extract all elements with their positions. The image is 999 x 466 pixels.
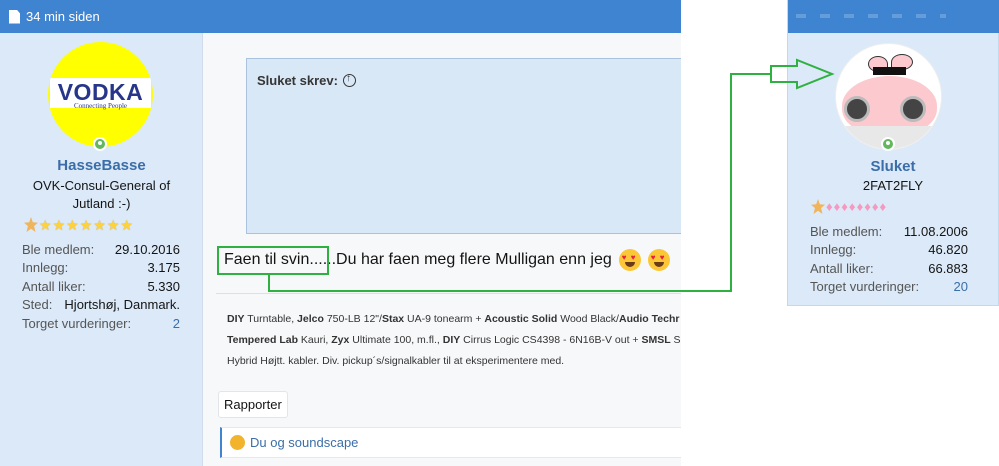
stat-label: Torget vurderinger: xyxy=(810,279,920,295)
stat-value-link[interactable]: 2 xyxy=(173,316,180,331)
quoted-user-rank: ♦ ♦ ♦ ♦ ♦ ♦ ♦ ♦ xyxy=(811,199,886,214)
stat-row: Innlegg: 3.175 xyxy=(22,259,180,278)
signature: DIY Turntable, Jelco 750-LB 12"/Stax UA-… xyxy=(227,309,681,372)
reaction-text[interactable]: Du og soundscape xyxy=(250,435,358,450)
stat-label: Innlegg: xyxy=(810,242,857,258)
reaction-summary[interactable]: Du og soundscape xyxy=(220,427,681,458)
screenshot: 34 min siden VODKA Connecting People Has… xyxy=(0,0,999,466)
report-button[interactable]: Rapporter xyxy=(218,391,288,418)
stat-row: Antall liker: 5.330 xyxy=(22,277,180,296)
stat-label: Ble medlem: xyxy=(22,241,95,257)
sig-text: Kauri, xyxy=(298,334,332,346)
signature-line-2: Tempered Lab Kauri, Zyx Ultimate 100, m.… xyxy=(227,330,681,351)
sig-text: Turntable, xyxy=(244,313,298,325)
sig-text: S xyxy=(670,334,681,346)
author-title: OVK-Consul-General of Jutland :-) xyxy=(32,178,171,211)
star-icon: ★ xyxy=(52,216,66,233)
rank-medal-icon xyxy=(24,217,38,232)
gem-icon: ♦ xyxy=(864,198,871,214)
gem-icon: ♦ xyxy=(848,198,856,214)
sig-bold: Acoustic Solid xyxy=(484,313,558,325)
online-status-icon xyxy=(881,137,895,151)
stat-value-link[interactable]: 20 xyxy=(954,279,968,294)
gem-icon: ♦ xyxy=(841,198,848,214)
sig-bold: Audio Techr xyxy=(618,313,680,325)
gem-icon: ♦ xyxy=(856,198,864,214)
gem-icon: ♦ xyxy=(871,198,879,214)
sig-text: Ultimate 100, m.fl., xyxy=(349,334,443,346)
gem-icon: ♦ xyxy=(826,198,833,214)
stat-value: Hjortshøj, Danmark. xyxy=(64,297,180,313)
quoted-user-stats: Ble medlem: 11.08.2006 Innlegg: 46.820 Ant… xyxy=(810,222,968,296)
star-icon: ★ xyxy=(79,216,93,233)
sig-bold: Zyx xyxy=(331,334,350,346)
sig-bold: DIY xyxy=(442,334,461,346)
star-icon: ★ xyxy=(106,216,120,233)
sig-text: Cirrus Logic CS4398 - 6N16B-V out + xyxy=(460,334,642,346)
author-stats: Ble medlem: 29.10.2016 Innlegg: 3.175 Anta… xyxy=(22,240,180,333)
stat-label: Torget vurderinger: xyxy=(22,315,132,331)
stat-label: Antall liker: xyxy=(810,260,874,276)
quote-header[interactable]: Sluket skrev: xyxy=(257,73,356,88)
stat-row: Ble medlem: 29.10.2016 xyxy=(22,240,180,259)
quoted-user-avatar[interactable] xyxy=(835,43,942,150)
sig-text: UA-9 tonearm + xyxy=(404,313,485,325)
stat-value: 66.883 xyxy=(928,260,968,276)
arrow-up-circle-icon[interactable] xyxy=(342,73,356,87)
post-header: 34 min siden xyxy=(0,0,681,33)
post-timestamp[interactable]: 34 min siden xyxy=(26,9,100,24)
author-username[interactable]: HasseBasse xyxy=(0,157,203,174)
sig-bold: Tempered Lab xyxy=(227,334,298,346)
stat-row: Torget vurderinger: 20 xyxy=(810,278,968,297)
stat-value: 11.08.2006 xyxy=(903,223,968,239)
stat-value: 46.820 xyxy=(928,242,968,258)
signature-line-1: DIY Turntable, Jelco 750-LB 12"/Stax UA-… xyxy=(227,309,681,330)
laughing-emoji-icon xyxy=(230,435,245,450)
heart-eyes-emoji-icon: ♥ ♥ xyxy=(647,249,670,271)
star-icon: ★ xyxy=(93,216,106,233)
stat-label: Ble medlem: xyxy=(810,223,883,239)
document-icon xyxy=(9,9,20,24)
rank-medal-icon xyxy=(811,199,825,214)
sig-bold: DIY xyxy=(227,313,245,325)
sig-text: Wood Black/ xyxy=(557,313,619,325)
author-rank-stars: ★ ★ ★ ★ ★ ★ ★ xyxy=(24,217,133,232)
message-rest-text: Du har faen meg flere Mulligan enn jeg xyxy=(336,251,612,268)
sig-bold: Jelco xyxy=(297,313,324,325)
quote-author: Sluket skrev: xyxy=(257,73,338,88)
star-icon: ★ xyxy=(66,216,79,233)
stat-label: Antall liker: xyxy=(22,278,86,294)
stat-label: Sted: xyxy=(22,297,53,313)
signature-divider xyxy=(216,293,681,294)
avatar-logo-subtext: Connecting People xyxy=(73,102,128,110)
stat-label: Innlegg: xyxy=(22,260,69,276)
quoted-user-title: 2FAT2FLY xyxy=(862,178,924,193)
stat-value: 3.175 xyxy=(147,260,180,276)
card-header xyxy=(788,0,999,33)
stat-row: Torget vurderinger: 2 xyxy=(22,314,180,333)
stat-value: 5.330 xyxy=(147,278,180,294)
stat-row: Ble medlem: 11.08.2006 xyxy=(810,222,968,241)
heart-eyes-emoji-icon: ♥ ♥ xyxy=(618,249,641,271)
stat-row: Antall liker: 66.883 xyxy=(810,259,968,278)
signature-line-3: Hybrid Højtt. kabler. Div. pickup´s/sign… xyxy=(227,355,565,367)
stat-row: Innlegg: 46.820 xyxy=(810,241,968,260)
gem-icon: ♦ xyxy=(833,198,841,214)
quote-block: Sluket skrev: xyxy=(246,58,681,234)
online-status-icon xyxy=(93,137,107,151)
highlight-annotation-box xyxy=(217,246,329,275)
sig-bold: SMSL xyxy=(641,334,671,346)
author-avatar[interactable]: VODKA Connecting People xyxy=(48,42,153,147)
star-icon: ★ xyxy=(120,216,133,233)
sig-text: 750-LB 12"/ xyxy=(323,313,382,325)
gem-icon: ♦ xyxy=(879,198,887,214)
stat-row: Sted: Hjortshøj, Danmark. xyxy=(22,296,180,315)
stat-value: 29.10.2016 xyxy=(114,241,180,257)
star-icon: ★ xyxy=(39,216,52,233)
quoted-username[interactable]: Sluket xyxy=(787,158,999,175)
sig-bold: Stax xyxy=(381,313,405,325)
